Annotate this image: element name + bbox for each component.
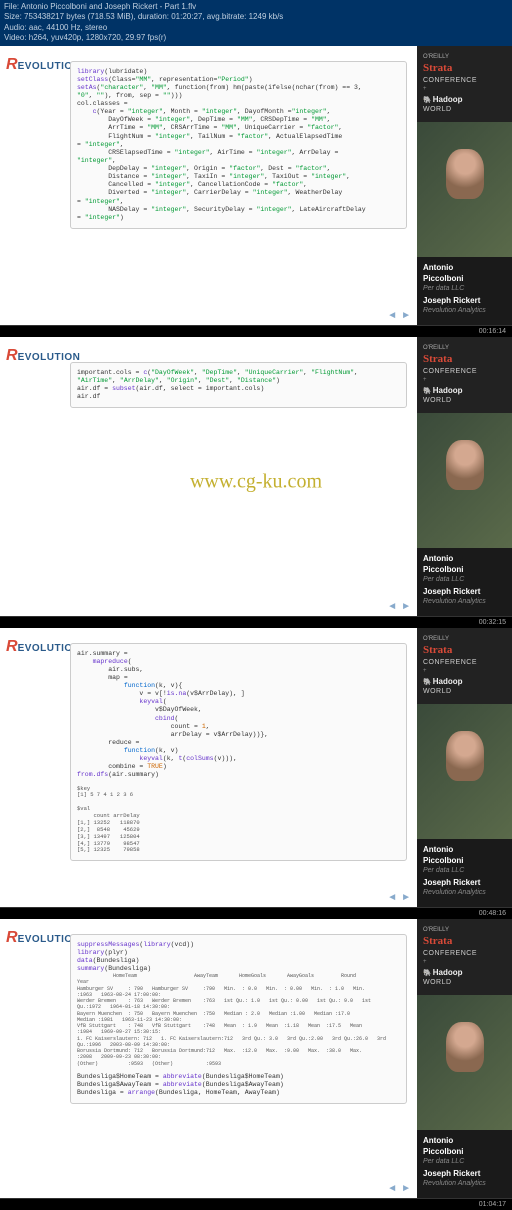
speaker-names: Antonio Piccolboni Per data LLC Joseph R… — [417, 257, 512, 324]
frame-2: REVOLUTION important.cols = c("DayOfWeek… — [0, 337, 512, 617]
slide-3: REVOLUTION air.summary = mapreduce( air.… — [0, 628, 417, 907]
next-slide-icon[interactable]: ► — [401, 892, 411, 903]
slide-nav: ◄ ► — [387, 310, 411, 321]
code-output-4: HomeTeam AwayTeam HomeGoals AwayGoals Ro… — [77, 973, 400, 1067]
speaker-photo — [417, 704, 512, 839]
code-block-2: important.cols = c("DayOfWeek", "DepTime… — [70, 362, 407, 409]
timecode-3: 00:48:16 — [0, 908, 512, 919]
next-slide-icon[interactable]: ► — [401, 601, 411, 612]
timecode-1: 00:16:14 — [0, 326, 512, 337]
prev-slide-icon[interactable]: ◄ — [387, 601, 397, 612]
sidebar-1: O'REILLY Strata CONFERENCE + Hadoop WORL… — [417, 46, 512, 325]
frame-1: REVOLUTION library(lubridate)setClass(Cl… — [0, 46, 512, 326]
speaker-photo — [417, 122, 512, 257]
sidebar-2: O'REILLY Strata CONFERENCE + Hadoop WORL… — [417, 337, 512, 616]
slide-nav: ◄ ► — [387, 601, 411, 612]
slide-1: REVOLUTION library(lubridate)setClass(Cl… — [0, 46, 417, 325]
timecode-2: 00:32:15 — [0, 617, 512, 628]
conference-logo: O'REILLY Strata CONFERENCE + Hadoop WORL… — [417, 628, 512, 704]
sidebar-4: O'REILLY Strata CONFERENCE + Hadoop WORL… — [417, 919, 512, 1198]
frame-3: REVOLUTION air.summary = mapreduce( air.… — [0, 628, 512, 908]
code-output-3: $key [1] 5 7 4 1 2 3 6 $val count arrDel… — [77, 786, 400, 855]
prev-slide-icon[interactable]: ◄ — [387, 1183, 397, 1194]
speaker-photo — [417, 413, 512, 548]
video-line: Video: h264, yuv420p, 1280x720, 29.97 fp… — [4, 33, 508, 43]
prev-slide-icon[interactable]: ◄ — [387, 310, 397, 321]
sidebar-3: O'REILLY Strata CONFERENCE + Hadoop WORL… — [417, 628, 512, 907]
speaker-names: Antonio Piccolboni Per data LLC Joseph R… — [417, 1130, 512, 1197]
slide-2: REVOLUTION important.cols = c("DayOfWeek… — [0, 337, 417, 616]
speaker-photo — [417, 995, 512, 1130]
audio-line: Audio: aac, 44100 Hz, stereo — [4, 23, 508, 33]
prev-slide-icon[interactable]: ◄ — [387, 892, 397, 903]
timecode-4: 01:04:17 — [0, 1199, 512, 1210]
next-slide-icon[interactable]: ► — [401, 1183, 411, 1194]
code-block-4: suppressMessages(library(vcd))library(pl… — [70, 934, 407, 1105]
slide-nav: ◄ ► — [387, 1183, 411, 1194]
size-line: Size: 753438217 bytes (718.53 MiB), dura… — [4, 12, 508, 22]
speaker-names: Antonio Piccolboni Per data LLC Joseph R… — [417, 839, 512, 906]
next-slide-icon[interactable]: ► — [401, 310, 411, 321]
frame-4: REVOLUTION suppressMessages(library(vcd)… — [0, 919, 512, 1199]
conference-logo: O'REILLY Strata CONFERENCE + Hadoop WORL… — [417, 46, 512, 122]
code-block-1: library(lubridate)setClass(Class="MM", r… — [70, 61, 407, 229]
conference-logo: O'REILLY Strata CONFERENCE + Hadoop WORL… — [417, 919, 512, 995]
file-line: File: Antonio Piccolboni and Joseph Rick… — [4, 2, 508, 12]
code-block-3: air.summary = mapreduce( air.subs, map =… — [70, 643, 407, 862]
revolution-logo: REVOLUTION — [6, 347, 80, 365]
slide-4: REVOLUTION suppressMessages(library(vcd)… — [0, 919, 417, 1198]
speaker-names: Antonio Piccolboni Per data LLC Joseph R… — [417, 548, 512, 615]
file-info-header: File: Antonio Piccolboni and Joseph Rick… — [0, 0, 512, 46]
slide-nav: ◄ ► — [387, 892, 411, 903]
conference-logo: O'REILLY Strata CONFERENCE + Hadoop WORL… — [417, 337, 512, 413]
